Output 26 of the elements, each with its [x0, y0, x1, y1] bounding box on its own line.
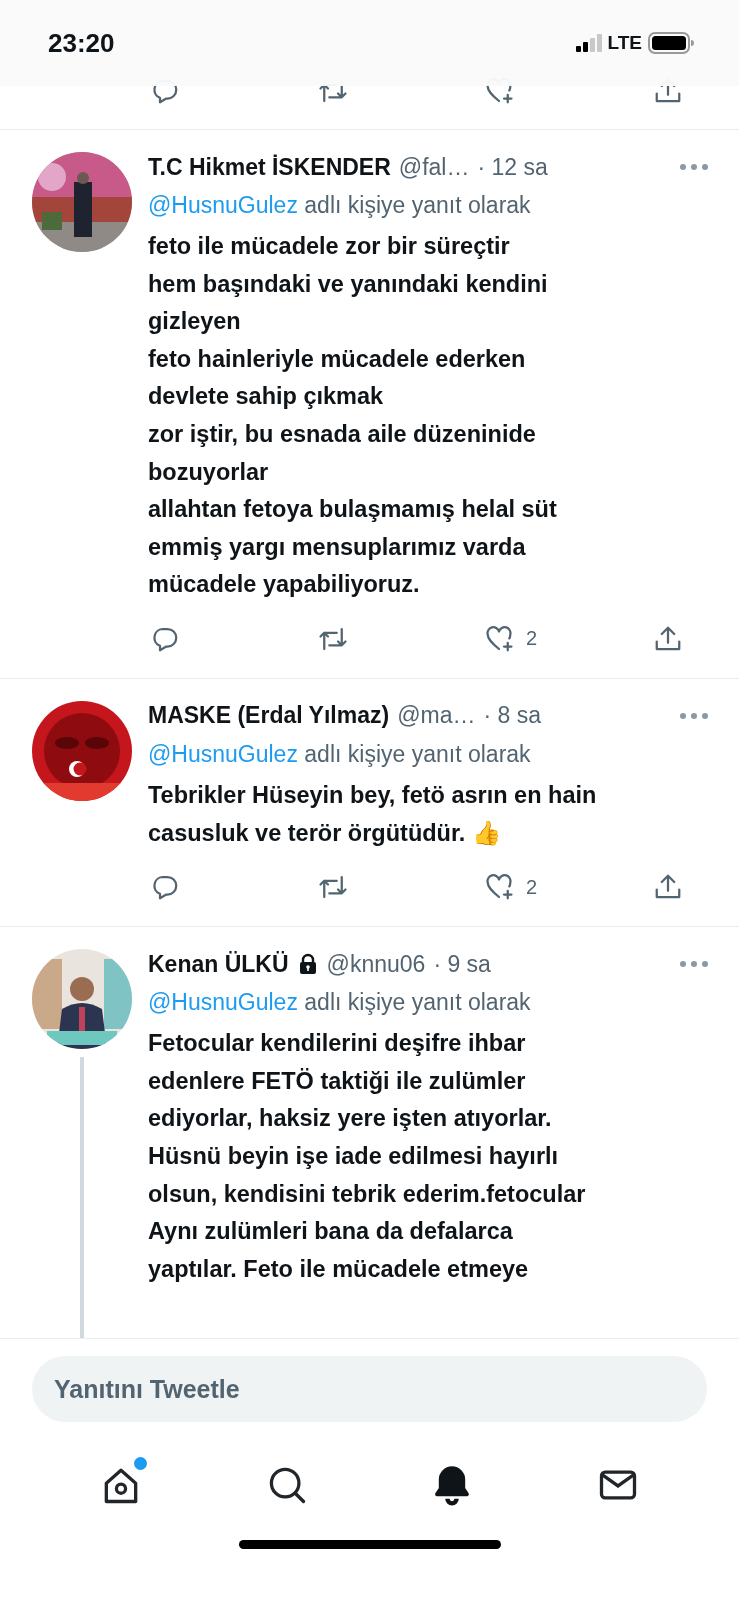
more-icon[interactable] — [679, 163, 709, 171]
status-time: 23:20 — [48, 27, 115, 59]
reply-context: @HusnuGulez adlı kişiye yanıt olarak — [148, 192, 532, 219]
heart-plus-icon[interactable] — [484, 623, 514, 654]
tweet-text: Fetocular kendilerini deşifre ihbar edenlere FETÖ taktiği ile zulümler ediyorlar, haksiz yere işten atıyorlar. Hüsnü beyin işe iade edilmesi hayırlı olsun, kendisini tebrik ederim.fetocular Aynı zulümleri bana da defalarca yaptılar. Feto ile mücadele etmeye — [148, 1029, 587, 1284]
tweet-time: · 9 sa — [433, 950, 491, 978]
battery-icon — [648, 32, 694, 54]
reply-context: @HusnuGulez adlı kişiye yanıt olarak — [148, 740, 532, 768]
like-count: 2 — [526, 875, 538, 899]
reply-context: @HusnuGulez adlı kişiye yanıt olarak — [148, 989, 532, 1017]
author-name[interactable]: MASKE (Erdal Yılmaz) — [148, 702, 390, 730]
tweet-text: feto ile mücadele zor bir süreçtir hem başındaki ve yanındaki kendini gizleyen feto hainleriyle mücadele ederken devlete sahip çıkmak zor iştir, bu esnada aile düzeninide bozuyorlar allahtan fetoya bulaşmamış helal süt emmiş yargı mensuplarımız varda mücadele yapabiliyoruz. — [148, 232, 558, 600]
more-icon[interactable] — [679, 960, 709, 969]
reply-field[interactable]: Yanıtını Tweetle — [32, 1356, 707, 1422]
tweet-time: · 12 sa — [477, 153, 548, 181]
signal-icon — [575, 34, 602, 52]
like-count: 2 — [526, 627, 538, 651]
author-handle[interactable]: @fal… — [398, 153, 470, 181]
author-name[interactable]: Kenan ÜLKÜ — [148, 950, 289, 978]
author-name[interactable]: T.C Hikmet İSKENDER — [148, 153, 391, 181]
tweet-text: Tebrikler Hüseyin bey, fetö asrın en hain casusluk ve terör örgütüdür. 👍 — [148, 780, 598, 848]
network-label: LTE — [607, 32, 642, 54]
tweet-time: · 8 sa — [483, 702, 541, 730]
more-icon[interactable] — [679, 711, 709, 720]
author-handle[interactable]: @ma… — [397, 702, 476, 730]
author-handle[interactable]: @knnu06 — [326, 950, 426, 978]
